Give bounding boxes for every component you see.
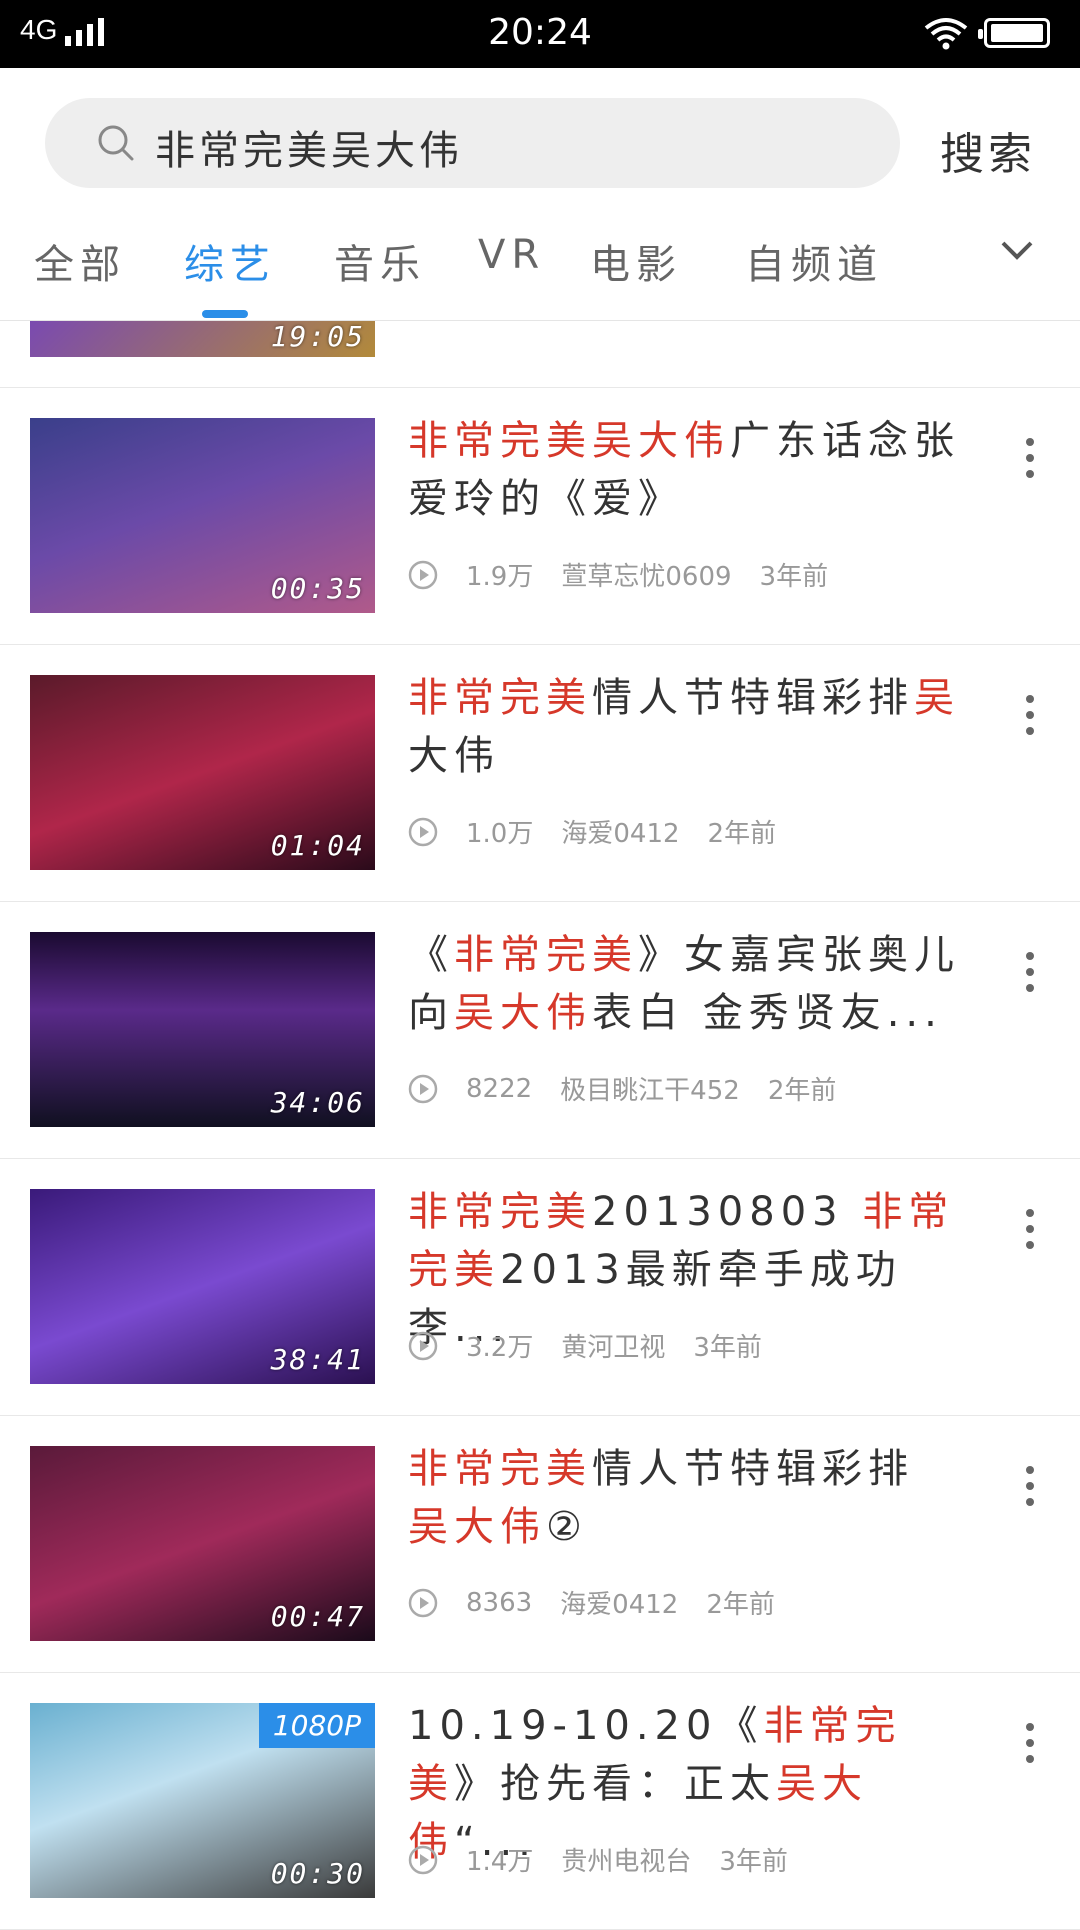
tab-all[interactable]: 全部 [34,232,126,290]
title-highlight: 非常完美 [408,675,592,721]
video-thumbnail[interactable]: 19:05 [30,321,375,357]
view-count: 1.0万 [466,819,534,849]
list-item[interactable]: 00:35 非常完美吴大伟广东话念张爱玲的《爱》 1.9万 萱草忘忧0609 3年前 [0,388,1080,645]
more-vertical-icon[interactable] [1024,952,1036,992]
video-meta: 1.4万 贵州电视台 3年前 [408,1841,788,1878]
search-button[interactable]: 搜索 [940,118,1036,182]
video-title[interactable]: 非常完美情人节特辑彩排吴大伟 [408,669,968,785]
play-count-icon [408,1845,438,1874]
view-count: 1.9万 [466,562,534,592]
title-text: 情人节特辑彩排 [592,1446,914,1492]
title-text: 20130803 [592,1189,863,1235]
uploader-name[interactable]: 极目眺江干452 [560,1070,740,1107]
wifi-icon [924,18,968,50]
quality-badge: 1080P [258,1703,375,1748]
upload-age: 2年前 [706,1590,775,1620]
battery-icon [978,18,1050,48]
tabs-fade [920,220,1000,310]
title-text: 》抢先看：正太 [454,1761,776,1807]
video-meta: 3.2万 黄河卫视 3年前 [408,1327,762,1364]
video-thumbnail[interactable]: 01:04 [30,675,375,870]
video-thumbnail[interactable]: 38:41 [30,1189,375,1384]
tab-music[interactable]: 音乐 [334,232,426,290]
video-duration: 34:06 [270,1086,365,1119]
upload-age: 2年前 [767,1076,837,1106]
chevron-down-icon[interactable] [1000,238,1034,262]
title-highlight: 吴大伟 [408,1504,546,1550]
tab-movie[interactable]: 电影 [590,232,682,290]
more-vertical-icon[interactable] [1024,1723,1036,1763]
title-highlight: 吴 [914,675,960,721]
list-item[interactable]: 38:41 非常完美20130803 非常完美2013最新牵手成功 李... 3.2… [0,1159,1080,1416]
video-meta: 1.9万 萱草忘忧0609 3年前 [408,556,828,593]
more-vertical-icon[interactable] [1024,438,1036,478]
video-thumbnail[interactable]: 00:47 [30,1446,375,1641]
view-count: 3.2万 [466,1333,534,1363]
view-count: 8363 [466,1587,533,1618]
more-vertical-icon[interactable] [1024,1209,1036,1249]
more-vertical-icon[interactable] [1024,695,1036,735]
list-item[interactable]: 00:47 非常完美情人节特辑彩排 吴大伟② 8363 海爱0412 2年前 [0,1416,1080,1673]
video-thumbnail[interactable]: 00:30 1080P [30,1703,375,1898]
video-meta: 8363 海爱0412 2年前 [408,1584,775,1621]
uploader-name[interactable]: 萱草忘忧0609 [561,556,731,593]
video-title[interactable]: 非常完美吴大伟广东话念张爱玲的《爱》 [408,412,968,528]
active-tab-indicator [202,310,248,318]
title-text: 《 [408,932,454,978]
list-item[interactable]: 34:06 《非常完美》女嘉宾张奥儿向吴大伟表白 金秀贤友... 8222 极目眺江干… [0,902,1080,1159]
title-highlight: 非常完美 [408,1189,592,1235]
video-duration: 00:35 [270,572,365,605]
title-highlight: 吴大伟 [454,990,592,1036]
tab-vr[interactable]: VR [478,232,545,278]
uploader-name[interactable]: 贵州电视台 [561,1841,691,1878]
list-item-partial[interactable]: 19:05 [0,321,1080,388]
upload-age: 3年前 [759,562,829,592]
video-meta: 8222 极目眺江干452 2年前 [408,1070,836,1107]
search-icon [98,125,134,161]
video-duration: 00:30 [270,1857,365,1890]
video-duration: 00:47 [270,1600,365,1633]
upload-age: 3年前 [693,1333,762,1363]
video-thumbnail[interactable]: 34:06 [30,932,375,1127]
title-text: ② [546,1504,588,1550]
title-text: 大伟 [408,733,500,779]
title-highlight: 非常完美 [408,1446,592,1492]
title-text: 表白 金秀贤友... [592,990,943,1036]
video-duration: 19:05 [270,321,365,353]
search-query: 非常完美吴大伟 [155,128,463,174]
upload-age: 2年前 [707,819,777,849]
video-thumbnail[interactable]: 00:35 [30,418,375,613]
title-highlight: 非常完美 [454,932,638,978]
uploader-name[interactable]: 黄河卫视 [561,1327,665,1364]
title-highlight: 非常完美吴大伟 [408,418,730,464]
video-title[interactable]: 非常完美情人节特辑彩排 吴大伟② [408,1440,968,1556]
clock: 20:24 [488,12,592,53]
more-vertical-icon[interactable] [1024,1466,1036,1506]
list-item[interactable]: 00:30 1080P 10.19-10.20《非常完美》抢先看：正太吴大伟“...… [0,1673,1080,1930]
video-meta: 1.0万 海爱0412 2年前 [408,813,776,850]
play-count-icon [408,817,438,846]
tab-channel[interactable]: 自频道 [745,232,883,290]
title-text: 情人节特辑彩排 [592,675,914,721]
tab-variety[interactable]: 综艺 [184,232,276,290]
uploader-name[interactable]: 海爱0412 [560,1584,678,1621]
video-duration: 38:41 [270,1343,365,1376]
uploader-name[interactable]: 海爱0412 [561,813,679,850]
category-tabs: 全部 综艺 音乐 VR 电影 自频道 [0,220,1080,320]
list-item[interactable]: 01:04 非常完美情人节特辑彩排吴大伟 1.0万 海爱0412 2年前 [0,645,1080,902]
title-text: 10.19-10.20《 [408,1703,764,1749]
view-count: 8222 [466,1073,533,1104]
upload-age: 3年前 [719,1847,788,1877]
search-input[interactable]: 非常完美吴大伟 [45,98,900,188]
play-count-icon [408,1074,438,1103]
play-count-icon [408,560,438,589]
video-duration: 01:04 [270,829,365,862]
view-count: 1.4万 [466,1847,534,1877]
play-count-icon [408,1331,438,1360]
status-icons [924,16,1050,50]
play-count-icon [408,1588,438,1617]
status-bar: 4G 20:24 [0,0,1080,68]
video-title[interactable]: 《非常完美》女嘉宾张奥儿向吴大伟表白 金秀贤友... [408,926,968,1042]
